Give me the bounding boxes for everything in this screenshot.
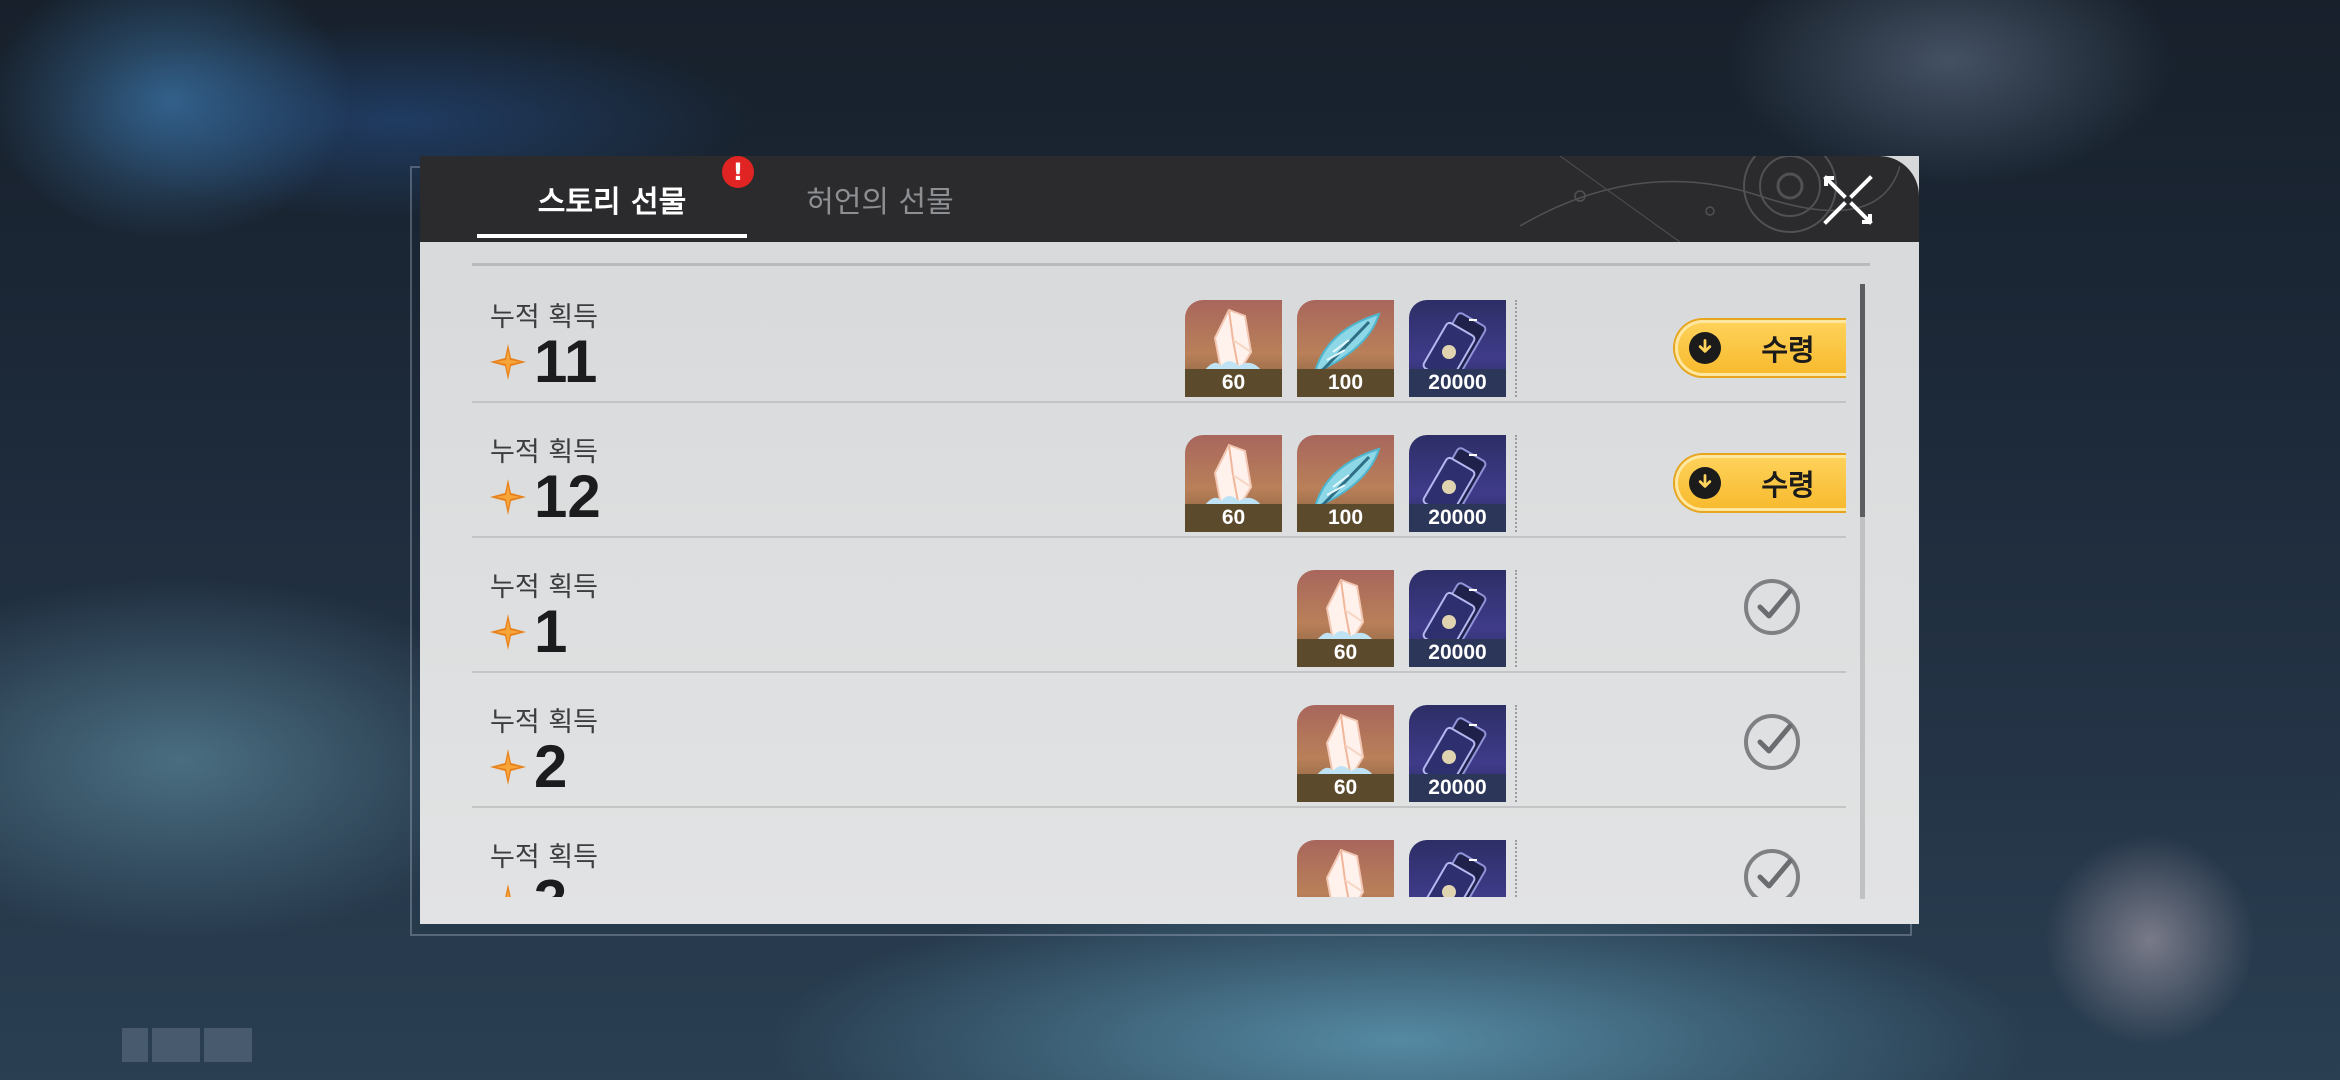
corner-decoration <box>122 1028 256 1066</box>
reward-row: 누적 획득 12 60 100 20000 수령 <box>472 402 1846 538</box>
feather-reward-item[interactable]: 100 <box>1297 435 1394 532</box>
star-count-value: 11 <box>534 328 598 395</box>
scrollbar-thumb[interactable] <box>1860 284 1865 517</box>
star-count-value: 2 <box>534 733 568 800</box>
coin-reward-item[interactable]: 20000 <box>1409 435 1506 532</box>
feather-reward-item[interactable]: 100 <box>1297 300 1394 397</box>
crystal-reward-item[interactable]: 60 <box>1297 705 1394 802</box>
reward-row: 누적 획득36020000 <box>472 807 1846 897</box>
crystal-reward-item[interactable]: 60 <box>1297 840 1394 897</box>
claim-button[interactable]: 수령 <box>1675 320 1846 376</box>
star-icon <box>490 614 526 650</box>
star-count: 1 <box>490 601 567 663</box>
reward-amount: 20000 <box>1409 774 1506 802</box>
item-separator <box>1515 570 1517 667</box>
star-count: 12 <box>490 466 601 528</box>
reward-amount: 60 <box>1297 639 1394 667</box>
tab-false-gift-label: 허언의 선물 <box>806 185 954 220</box>
star-icon <box>490 479 526 515</box>
star-count: 11 <box>490 331 597 393</box>
claim-button[interactable]: 수령 <box>1675 455 1846 511</box>
star-icon <box>490 749 526 785</box>
coin-reward-item[interactable]: 20000 <box>1409 300 1506 397</box>
reward-row: 누적 획득 11 60 100 20000 수령 <box>472 267 1846 403</box>
crystal-reward-item[interactable]: 60 <box>1297 570 1394 667</box>
reward-amount: 20000 <box>1409 504 1506 532</box>
list-divider <box>472 263 1870 266</box>
item-separator <box>1515 300 1517 397</box>
coin-reward-item[interactable]: 20000 <box>1409 705 1506 802</box>
active-tab-underline <box>477 234 747 238</box>
reward-amount: 60 <box>1185 369 1282 397</box>
star-count-value: 1 <box>534 598 568 665</box>
reward-amount: 60 <box>1297 774 1394 802</box>
star-count: 3 <box>490 871 567 897</box>
claim-button-label: 수령 <box>1761 333 1815 367</box>
tab-story-gift-label: 스토리 선물 <box>537 185 687 220</box>
close-icon <box>1823 175 1873 225</box>
coin-reward-item[interactable]: 20000 <box>1409 840 1506 897</box>
gift-panel: 스토리 선물 ! 허언의 선물 누적 획득 11 60 100 20000 수령 누적 획득… <box>420 156 1919 924</box>
star-icon <box>490 344 526 380</box>
reward-row: 누적 획득 1 60 20000 <box>472 537 1846 673</box>
item-separator <box>1515 705 1517 802</box>
claimed-check-icon <box>1742 577 1802 637</box>
scrollbar[interactable] <box>1860 284 1865 899</box>
download-icon <box>1689 332 1721 364</box>
claimed-check-icon <box>1742 712 1802 772</box>
coin-reward-item[interactable]: 20000 <box>1409 570 1506 667</box>
reward-row: 누적 획득 2 60 20000 <box>472 672 1846 808</box>
panel-header: 스토리 선물 ! 허언의 선물 <box>420 156 1919 242</box>
tab-false-gift[interactable]: 허언의 선물 <box>760 156 1000 242</box>
download-icon <box>1689 467 1721 499</box>
claimed-check-icon <box>1742 847 1802 897</box>
reward-amount: 60 <box>1185 504 1282 532</box>
star-count: 2 <box>490 736 567 798</box>
reward-amount: 100 <box>1297 504 1394 532</box>
reward-amount: 20000 <box>1409 639 1506 667</box>
star-icon <box>490 884 526 897</box>
reward-list[interactable]: 누적 획득 11 60 100 20000 수령 누적 획득 12 60 100 20000 수령 누적… <box>472 267 1846 897</box>
crystal-reward-item[interactable]: 60 <box>1185 300 1282 397</box>
item-separator <box>1515 840 1517 897</box>
item-separator <box>1515 435 1517 532</box>
star-count-value: 3 <box>534 871 567 898</box>
reward-amount: 20000 <box>1409 369 1506 397</box>
crystal-reward-item[interactable]: 60 <box>1185 435 1282 532</box>
close-button[interactable] <box>1820 172 1876 228</box>
reward-amount: 100 <box>1297 369 1394 397</box>
claim-button-label: 수령 <box>1761 468 1815 502</box>
alert-badge: ! <box>722 156 754 188</box>
tab-story-gift[interactable]: 스토리 선물 <box>477 156 747 242</box>
star-count-value: 12 <box>534 463 601 530</box>
